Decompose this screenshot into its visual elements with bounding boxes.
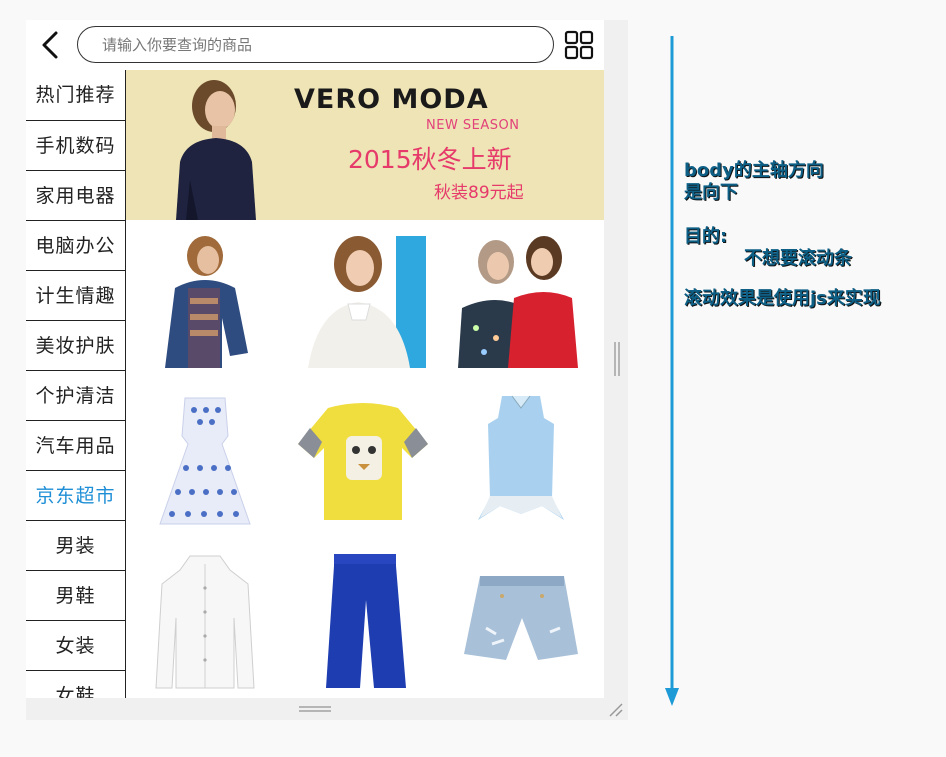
nav-item[interactable]: 女鞋 xyxy=(26,670,125,698)
nav-item[interactable]: 男装 xyxy=(26,520,125,570)
device-frame: 热门推荐手机数码家用电器电脑办公计生情趣美妆护肤个护清洁汽车用品京东超市男装男鞋… xyxy=(26,20,628,720)
product-image-denim-jacket[interactable] xyxy=(130,228,280,378)
banner-brand: VERO MODA xyxy=(294,84,489,115)
banner-headline: 2015秋冬上新 xyxy=(348,145,512,174)
vertical-resize-handle[interactable] xyxy=(614,342,620,376)
main-content: VERO MODA NEW SEASON 2015秋冬上新 秋装89元起 xyxy=(126,70,604,698)
flow-direction-arrow xyxy=(665,36,679,706)
banner-subtitle: 秋装89元起 xyxy=(434,183,524,203)
product-image-red-shirt[interactable] xyxy=(446,228,596,378)
product-image-light-blue-top[interactable] xyxy=(446,388,596,538)
nav-item[interactable]: 女装 xyxy=(26,620,125,670)
nav-item[interactable]: 男鞋 xyxy=(26,570,125,620)
nav-item[interactable]: 电脑办公 xyxy=(26,220,125,270)
product-image-yellow-tee[interactable] xyxy=(288,388,438,538)
search-input[interactable] xyxy=(102,32,532,57)
category-grid-icon[interactable] xyxy=(563,29,595,61)
banner-model-image xyxy=(176,80,256,220)
nav-item[interactable]: 美妆护肤 xyxy=(26,320,125,370)
mobile-page: 热门推荐手机数码家用电器电脑办公计生情趣美妆护肤个护清洁汽车用品京东超市男装男鞋… xyxy=(26,20,604,698)
search-box[interactable] xyxy=(77,26,554,63)
nav-item[interactable]: 个护清洁 xyxy=(26,370,125,420)
annotation-line-2: 是向下 xyxy=(684,182,738,203)
horizontal-resize-handle[interactable] xyxy=(299,706,331,712)
top-bar xyxy=(26,20,604,70)
back-arrow-icon[interactable] xyxy=(38,29,64,61)
annotation-line-4: 不想要滚动条 xyxy=(744,248,852,269)
nav-item[interactable]: 京东超市 xyxy=(26,470,125,520)
category-nav[interactable]: 热门推荐 手机数码 家用电器 电脑办公 计生情趣 美妆护肤 个护清洁 汽车用品 京东超市 男装 男鞋… xyxy=(26,70,126,698)
annotation-block: body的主轴方向 是向下 目的: 不想要滚动条 滚动效果是使用js来实现 xyxy=(684,160,881,310)
annotation-line-5: 滚动效果是使用js来实现 xyxy=(684,288,881,309)
nav-item[interactable]: 计生情趣 xyxy=(26,270,125,320)
nav-item[interactable]: 汽车用品 xyxy=(26,420,125,470)
resize-grip-icon[interactable] xyxy=(608,702,624,718)
promo-banner[interactable]: VERO MODA NEW SEASON 2015秋冬上新 秋装89元起 xyxy=(126,70,604,220)
product-image-denim-shorts[interactable] xyxy=(446,548,596,698)
banner-season: NEW SEASON xyxy=(426,118,520,133)
nav-item[interactable]: 手机数码 xyxy=(26,120,125,170)
stage: 热门推荐手机数码家用电器电脑办公计生情趣美妆护肤个护清洁汽车用品京东超市男装男鞋… xyxy=(0,0,946,757)
product-image-blue-culottes[interactable] xyxy=(288,548,438,698)
product-image-white-shirt[interactable] xyxy=(130,548,280,698)
product-image-lace-blouse[interactable] xyxy=(288,228,438,378)
nav-item[interactable]: 家用电器 xyxy=(26,170,125,220)
product-image-blue-print-dress[interactable] xyxy=(130,388,280,538)
annotation-line-1: body的主轴方向 xyxy=(684,160,824,181)
annotation-line-3: 目的: xyxy=(684,226,728,247)
nav-item[interactable]: 热门推荐 xyxy=(26,70,125,120)
